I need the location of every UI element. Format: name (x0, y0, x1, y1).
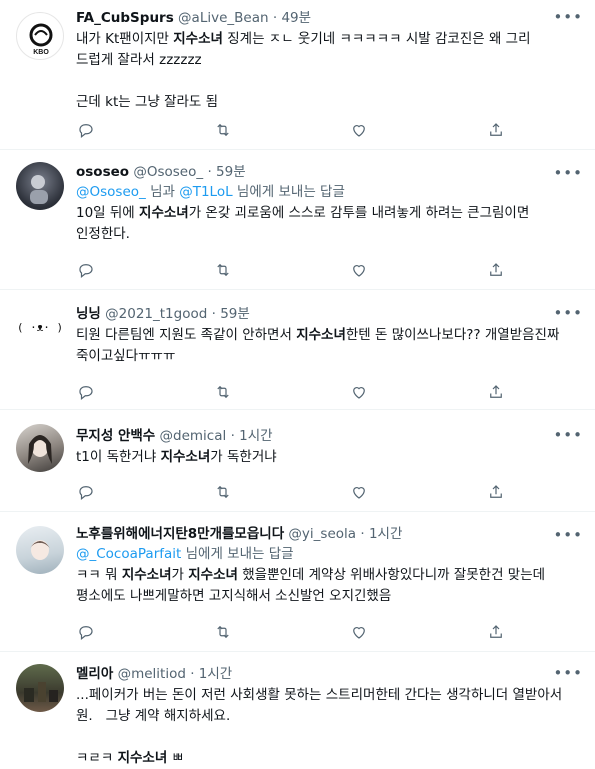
reply-icon[interactable] (76, 622, 96, 642)
timestamp[interactable]: 59분 (220, 306, 250, 322)
display-name[interactable]: 노후를위해에너지탄8만개를모읍니다 (76, 526, 284, 542)
tweet-header: FA_CubSpurs @aLive_Bean · 49분 (76, 8, 583, 28)
share-icon[interactable] (486, 382, 506, 402)
tweet-text: 내가 Kt팬이지만 지수소녀 징계는 ㅈㄴ 웃기네 ㅋㅋㅋㅋㅋ 시발 감코진은 … (76, 31, 531, 110)
avatar[interactable]: KBO (16, 12, 64, 60)
like-icon[interactable] (349, 622, 369, 642)
share-icon[interactable] (486, 120, 506, 140)
separator-dot: · (272, 10, 278, 26)
svg-text:KBO: KBO (33, 49, 49, 56)
action-bar (76, 482, 506, 504)
retweet-icon[interactable] (213, 622, 233, 642)
avatar[interactable] (16, 526, 64, 574)
tweet-header: 무지성 안백수 @demical · 1시간 (76, 426, 583, 446)
avatar[interactable] (16, 162, 64, 210)
action-bar (76, 622, 506, 644)
tweet-header: 노후를위해에너지탄8만개를모읍니다 @yi_seola · 1시간 (76, 524, 583, 544)
timestamp[interactable]: 1시간 (369, 526, 402, 542)
mention-link[interactable]: @Ososeo_ (76, 184, 146, 200)
separator-dot: · (360, 526, 365, 542)
tweet-text: 티원 다른팀엔 지원도 족같이 안하면서 지수소녀한텐 돈 많이쓰나보다?? 개… (76, 327, 564, 364)
timestamp[interactable]: 1시간 (239, 428, 272, 444)
reply-context: @_CocoaParfait 님에게 보내는 답글 (76, 546, 294, 562)
mention-link[interactable]: @T1LoL (179, 184, 232, 200)
like-icon[interactable] (349, 120, 369, 140)
mention-link[interactable]: @_CocoaParfait (76, 546, 181, 562)
user-handle[interactable]: @melitiod (118, 666, 186, 682)
avatar[interactable] (16, 664, 64, 712)
retweet-icon[interactable] (213, 260, 233, 280)
tweet-text: t1이 독한거냐 지수소녀가 독한거냐 (76, 449, 277, 465)
kbo-logo-icon: KBO (29, 23, 53, 56)
retweet-icon[interactable] (213, 482, 233, 502)
tweet-header: 멜리아 @melitiod · 1시간 (76, 664, 583, 684)
reply-context: @Ososeo_ 님과 @T1LoL 님에게 보내는 답글 (76, 184, 345, 200)
action-bar (76, 382, 506, 404)
like-icon[interactable] (349, 260, 369, 280)
user-handle[interactable]: @yi_seola (288, 526, 356, 542)
reply-icon[interactable] (76, 482, 96, 502)
tweet[interactable]: KBO FA_CubSpurs @aLive_Bean · 49분 내가 Kt팬… (0, 0, 595, 150)
separator-dot: · (207, 164, 212, 180)
tweet-text: 10일 뒤에 지수소녀가 온갖 괴로움에 스스로 감투를 내려놓게 하려는 큰그… (76, 205, 534, 242)
avatar-scene-icon (24, 682, 58, 702)
like-icon[interactable] (349, 382, 369, 402)
separator-dot: · (211, 306, 216, 322)
tweet[interactable]: ( ·ᴥ· ) 닝닝 @2021_t1good · 59분 티원 다른팀엔 지원… (0, 290, 595, 410)
tweet-header: ososeo @Ososeo_ · 59분 (76, 162, 583, 182)
retweet-icon[interactable] (213, 120, 233, 140)
more-icon[interactable]: ••• (553, 426, 583, 444)
reply-icon[interactable] (76, 382, 96, 402)
reply-icon[interactable] (76, 260, 96, 280)
more-icon[interactable]: ••• (553, 8, 583, 26)
timestamp[interactable]: 49분 (281, 10, 311, 26)
share-icon[interactable] (486, 260, 506, 280)
share-icon[interactable] (486, 622, 506, 642)
separator-dot: · (230, 428, 235, 444)
tweet[interactable]: 노후를위해에너지탄8만개를모읍니다 @yi_seola · 1시간 @_Coco… (0, 512, 595, 652)
avatar[interactable] (16, 424, 64, 472)
display-name[interactable]: 무지성 안백수 (76, 428, 155, 444)
avatar-face-icon: ( ·ᴥ· ) (16, 321, 64, 334)
user-handle[interactable]: @aLive_Bean (178, 10, 269, 26)
user-handle[interactable]: @2021_t1good (105, 306, 207, 322)
timestamp[interactable]: 1시간 (199, 666, 232, 682)
display-name[interactable]: 닝닝 (76, 306, 101, 322)
user-handle[interactable]: @Ososeo_ (133, 164, 203, 180)
action-bar (76, 260, 506, 282)
timestamp[interactable]: 59분 (216, 164, 246, 180)
more-icon[interactable]: ••• (553, 164, 583, 182)
display-name[interactable]: 멜리아 (76, 666, 113, 682)
display-name[interactable]: FA_CubSpurs (76, 10, 174, 26)
separator-dot: · (190, 666, 195, 682)
tweet[interactable]: ososeo @Ososeo_ · 59분 @Ososeo_ 님과 @T1LoL… (0, 150, 595, 290)
more-icon[interactable]: ••• (553, 664, 583, 682)
action-bar (76, 120, 506, 142)
avatar-silhouette-icon (30, 175, 48, 204)
tweet[interactable]: 무지성 안백수 @demical · 1시간 t1이 독한거냐 지수소녀가 독한… (0, 410, 595, 512)
display-name[interactable]: ososeo (76, 164, 129, 180)
tweet-text: ㅋㅋ 뭐 지수소녀가 지수소녀 했을뿐인데 계약상 위배사항있다니까 잘못한건 … (76, 567, 550, 604)
tweet[interactable]: 멜리아 @melitiod · 1시간 ...페이커가 버는 돈이 저런 사회생… (0, 652, 595, 766)
tweet-header: 닝닝 @2021_t1good · 59분 (76, 304, 583, 324)
avatar-portrait-icon (30, 540, 50, 560)
like-icon[interactable] (349, 482, 369, 502)
avatar[interactable]: ( ·ᴥ· ) (16, 304, 64, 352)
retweet-icon[interactable] (213, 382, 233, 402)
reply-icon[interactable] (76, 120, 96, 140)
share-icon[interactable] (486, 482, 506, 502)
more-icon[interactable]: ••• (553, 304, 583, 322)
tweet-text: ...페이커가 버는 돈이 저런 사회생활 못하는 스트리머한테 간다는 생각하… (76, 687, 563, 766)
avatar-portrait-icon (28, 435, 52, 464)
user-handle[interactable]: @demical (160, 428, 227, 444)
more-icon[interactable]: ••• (553, 526, 583, 544)
